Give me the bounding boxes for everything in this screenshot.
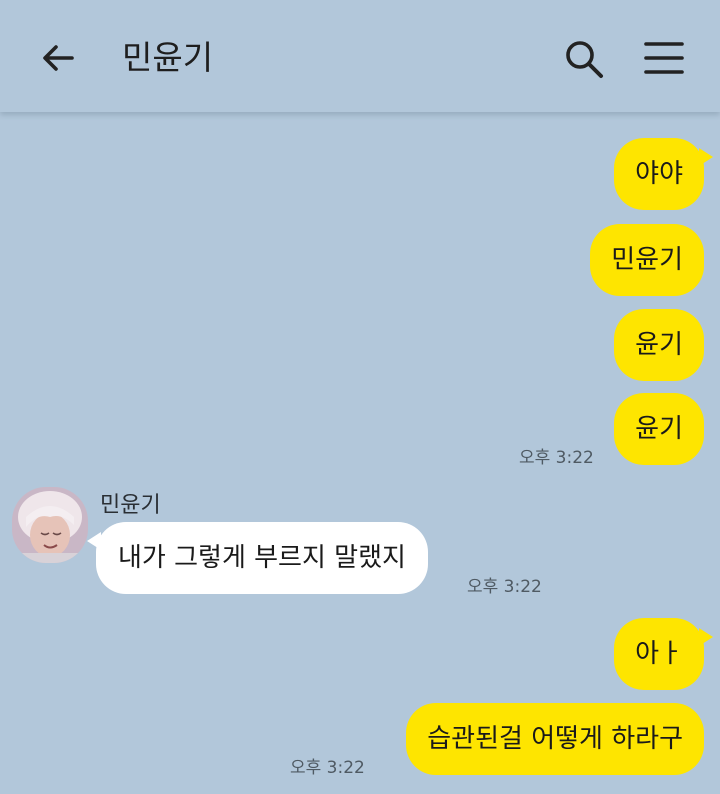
message-text: 야야	[635, 159, 683, 189]
message-timestamp: 오후 3:22	[290, 758, 365, 778]
arrow-left-icon[interactable]	[36, 36, 80, 80]
my-message-bubble[interactable]: 습관된걸 어떻게 하라구	[406, 703, 704, 775]
search-icon[interactable]	[562, 37, 606, 81]
message-text: 윤기	[635, 330, 683, 360]
my-message-bubble[interactable]: 아ㅏ	[614, 618, 713, 690]
message-text: 윤기	[635, 414, 683, 444]
message-text: 민윤기	[611, 245, 683, 275]
message-text: 내가 그렇게 부르지 말랬지	[118, 543, 406, 573]
sender-name: 민윤기	[100, 493, 161, 518]
my-message-bubble[interactable]: 윤기	[614, 393, 704, 465]
my-message-bubble[interactable]: 야야	[614, 138, 713, 210]
chat-header: 민윤기	[0, 0, 720, 112]
message-text: 습관된걸 어떻게 하라구	[427, 724, 683, 754]
my-message-bubble[interactable]: 민윤기	[590, 224, 704, 296]
hamburger-menu-icon[interactable]	[642, 38, 686, 78]
my-message-bubble[interactable]: 윤기	[614, 309, 704, 381]
their-message-bubble[interactable]: 내가 그렇게 부르지 말랬지	[87, 522, 428, 594]
message-text: 아ㅏ	[635, 639, 683, 669]
chat-title: 민윤기	[122, 38, 214, 77]
avatar[interactable]	[12, 487, 88, 563]
message-timestamp: 오후 3:22	[519, 448, 594, 468]
message-timestamp: 오후 3:22	[467, 577, 542, 597]
